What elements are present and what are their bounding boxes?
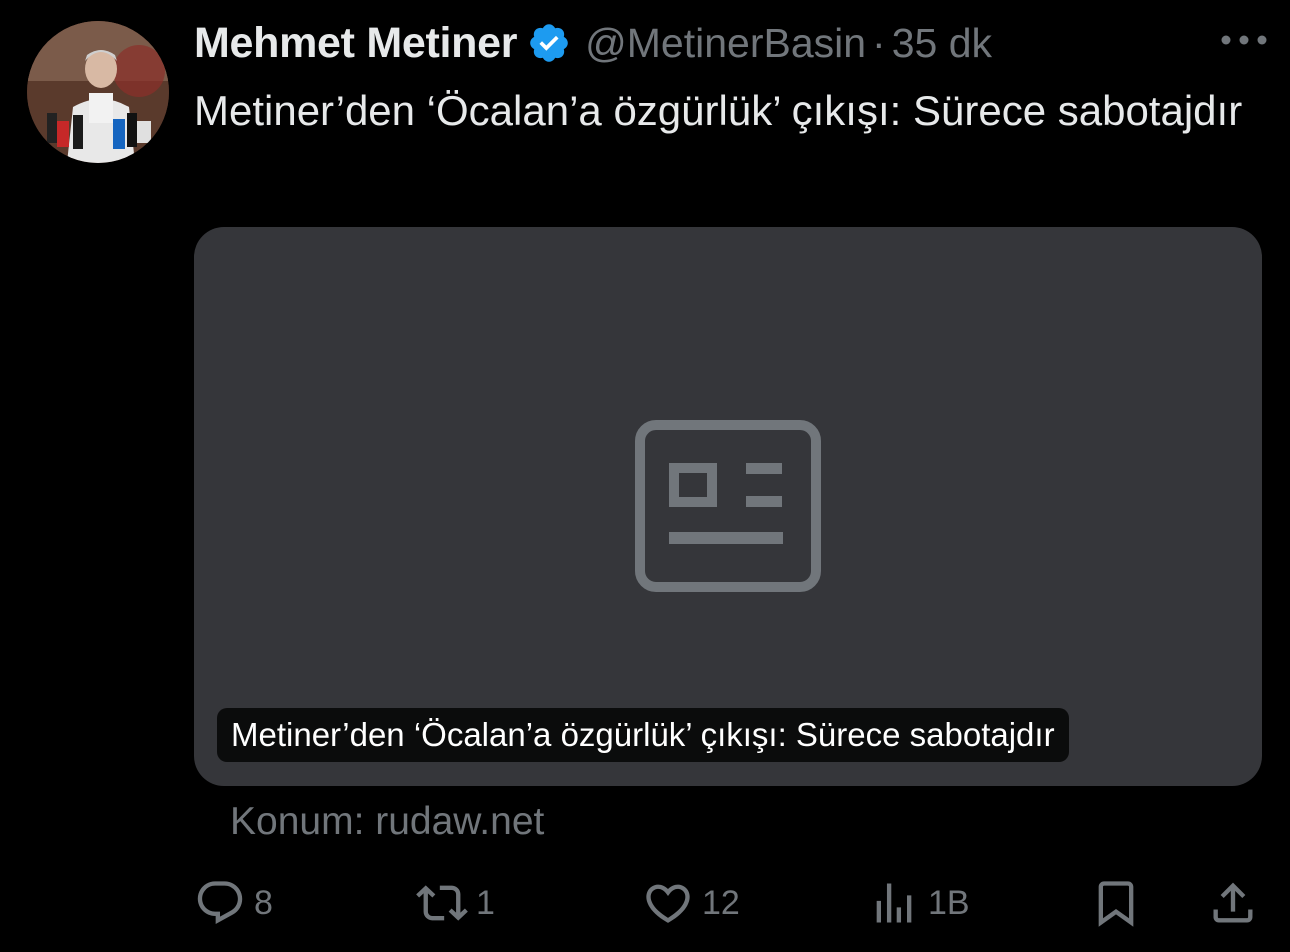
- tweet-header: Mehmet Metiner @MetinerBasin · 35 dk: [194, 14, 992, 72]
- tweet-text: Metiner’den ‘Öcalan’a özgürlük’ çıkışı: …: [194, 87, 1243, 134]
- reply-button[interactable]: 8: [194, 868, 273, 938]
- tweet-actions: 8 1 12 1B: [0, 868, 1290, 938]
- verified-badge-icon: [530, 24, 568, 62]
- more-icon[interactable]: [1218, 30, 1270, 50]
- bookmark-icon: [1098, 881, 1134, 927]
- separator-dot: ·: [872, 19, 886, 66]
- author-handle[interactable]: @MetinerBasin: [585, 20, 866, 67]
- card-source-link[interactable]: Konum: rudaw.net: [230, 800, 544, 844]
- tweet-timestamp[interactable]: 35 dk: [892, 20, 992, 67]
- views-count: 1B: [928, 883, 970, 922]
- views-button[interactable]: 1B: [868, 868, 970, 938]
- retweet-button[interactable]: 1: [416, 868, 495, 938]
- bookmark-button[interactable]: [1090, 868, 1142, 938]
- share-button[interactable]: [1207, 868, 1259, 938]
- like-button[interactable]: 12: [642, 868, 740, 938]
- like-count: 12: [702, 883, 740, 922]
- views-icon: [876, 883, 912, 923]
- retweet-count: 1: [476, 883, 495, 922]
- retweet-icon: [416, 885, 468, 921]
- like-icon: [646, 884, 690, 923]
- reply-icon: [197, 881, 243, 925]
- news-article-icon: [635, 420, 821, 592]
- author-name[interactable]: Mehmet Metiner: [194, 19, 517, 68]
- avatar[interactable]: [27, 21, 169, 163]
- avatar-photo: [27, 21, 169, 163]
- reply-count: 8: [254, 883, 273, 922]
- link-card[interactable]: Metiner’den ‘Öcalan’a özgürlük’ çıkışı: …: [194, 227, 1262, 786]
- card-title: Metiner’den ‘Öcalan’a özgürlük’ çıkışı: …: [217, 708, 1069, 762]
- share-icon: [1213, 882, 1253, 923]
